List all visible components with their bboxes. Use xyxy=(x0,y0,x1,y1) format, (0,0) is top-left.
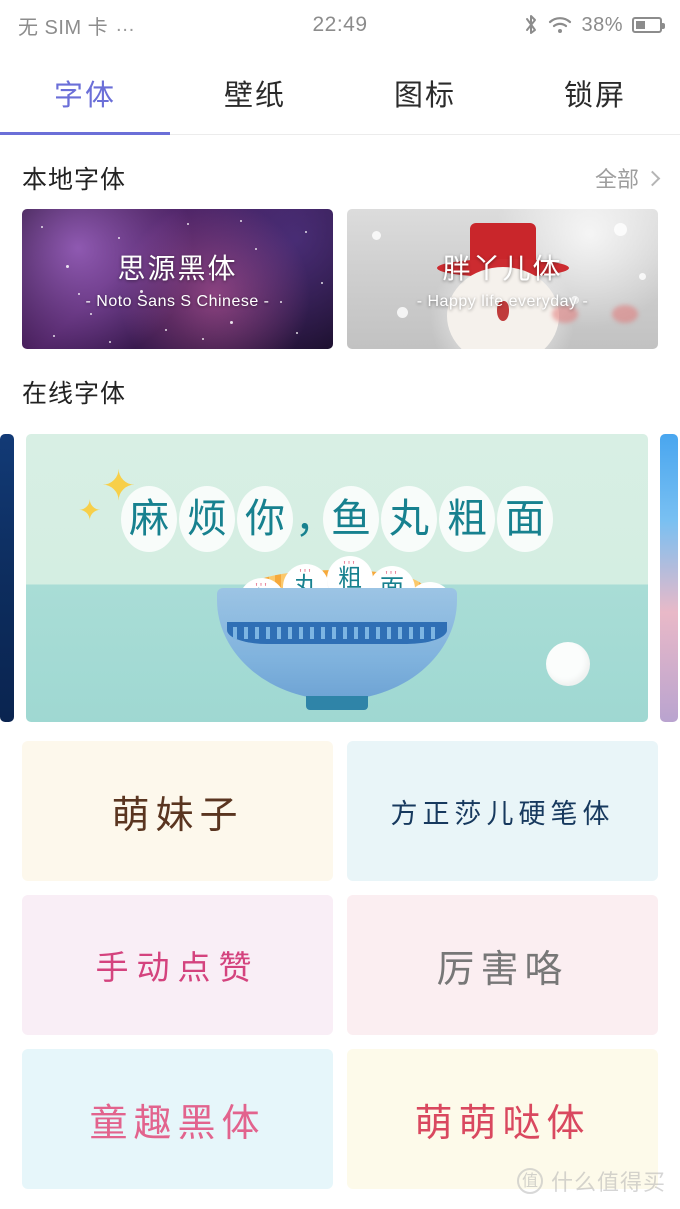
online-fonts-header: 在线字体 xyxy=(0,361,680,423)
banner-headline-char: 麻 xyxy=(121,486,177,552)
online-fonts-title: 在线字体 xyxy=(22,380,127,408)
font-name: 胖丫儿体 xyxy=(442,253,563,284)
bowl-body xyxy=(217,588,457,700)
chevron-right-icon xyxy=(644,170,661,186)
local-fonts-see-all-button[interactable]: 全部 xyxy=(594,162,661,194)
font-preview-text: 厉害咯 xyxy=(436,948,569,991)
tab-lockscreen[interactable]: 锁屏 xyxy=(510,72,680,114)
local-font-label-pangyaer: 胖丫儿体 - Happy life everyday - xyxy=(347,247,658,311)
banner-headline-char: 面 xyxy=(497,486,553,552)
tab-fonts[interactable]: 字体 xyxy=(0,72,170,114)
see-all-label: 全部 xyxy=(594,167,639,192)
font-preview-text: 童趣黑体 xyxy=(89,1102,266,1145)
bluetooth-icon xyxy=(524,14,539,36)
online-font-card-row3-right[interactable]: 萌萌哒体 xyxy=(347,1049,658,1189)
online-font-card-row3-left[interactable]: 童趣黑体 xyxy=(22,1049,333,1189)
local-font-card-siyuan[interactable]: 思源黑体 - Noto Sans S Chinese - xyxy=(22,209,333,349)
fishball-decoration xyxy=(546,642,590,686)
main-tabs: 字体 壁纸 图标 锁屏 xyxy=(0,50,680,135)
font-preview-text: 方正莎儿硬笔体 xyxy=(390,798,615,829)
font-preview-text: 手动点赞 xyxy=(95,949,260,986)
steam-icon: ''' xyxy=(343,558,357,573)
battery-percent-label: 38% xyxy=(581,13,623,36)
wifi-icon xyxy=(548,15,572,35)
carrier-label: 无 SIM 卡 xyxy=(18,16,109,39)
tab-icons[interactable]: 图标 xyxy=(340,72,510,114)
font-preview-text: 萌妹子 xyxy=(111,794,244,837)
online-font-card-lihailuo[interactable]: 厉害咯 xyxy=(347,895,658,1035)
font-subtitle: - Noto Sans S Chinese - xyxy=(85,293,270,310)
app-screen: 无 SIM 卡 … 22:49 38% 字体 壁纸 图标 锁屏 本地字体 全部 … xyxy=(0,0,680,1209)
local-font-label-siyuan: 思源黑体 - Noto Sans S Chinese - xyxy=(22,247,333,311)
online-fonts-grid: 萌妹子 方正莎儿硬笔体 手动点赞 厉害咯 童趣黑体 萌萌哒体 xyxy=(0,727,680,1189)
online-font-card-fangzhengshaer[interactable]: 方正莎儿硬笔体 xyxy=(347,741,658,881)
font-subtitle: - Happy life everyday - xyxy=(416,293,589,310)
bowl-foot xyxy=(306,696,368,710)
tab-wallpaper[interactable]: 壁纸 xyxy=(170,72,340,114)
carousel-banner-yuwanchumian[interactable]: ✦ ✦ 麻 烦 你 ， 鱼 丸 粗 面 ''' 鱼 ''' xyxy=(26,434,648,722)
font-name: 思源黑体 xyxy=(117,253,238,284)
status-bar-left: 无 SIM 卡 … xyxy=(18,11,136,40)
online-fonts-carousel[interactable]: ✦ ✦ 麻 烦 你 ， 鱼 丸 粗 面 ''' 鱼 ''' xyxy=(0,429,680,727)
active-tab-indicator xyxy=(0,132,170,135)
bowl-pattern-band xyxy=(227,622,447,644)
online-font-card-shoudongdianzan[interactable]: 手动点赞 xyxy=(22,895,333,1035)
local-fonts-header: 本地字体 全部 xyxy=(0,147,680,209)
status-bar-right: 38% xyxy=(524,13,665,37)
online-font-card-mengmeizi[interactable]: 萌妹子 xyxy=(22,741,333,881)
local-fonts-row: 思源黑体 - Noto Sans S Chinese - 胖丫儿体 - Happ… xyxy=(0,209,680,349)
battery-icon xyxy=(632,17,665,33)
carrier-overflow-dots: … xyxy=(115,13,137,36)
font-preview-text: 萌萌哒体 xyxy=(414,1102,591,1145)
noodle-bowl-illustration: ''' 鱼 ''' 丸 ''' 粗 ''' 面 体 xyxy=(217,530,457,710)
status-bar: 无 SIM 卡 … 22:49 38% xyxy=(0,0,680,50)
local-fonts-title: 本地字体 xyxy=(22,166,127,194)
carousel-prev-card[interactable] xyxy=(0,434,14,722)
local-font-card-pangyaer[interactable]: 胖丫儿体 - Happy life everyday - xyxy=(347,209,658,349)
carousel-next-card[interactable] xyxy=(660,434,678,722)
